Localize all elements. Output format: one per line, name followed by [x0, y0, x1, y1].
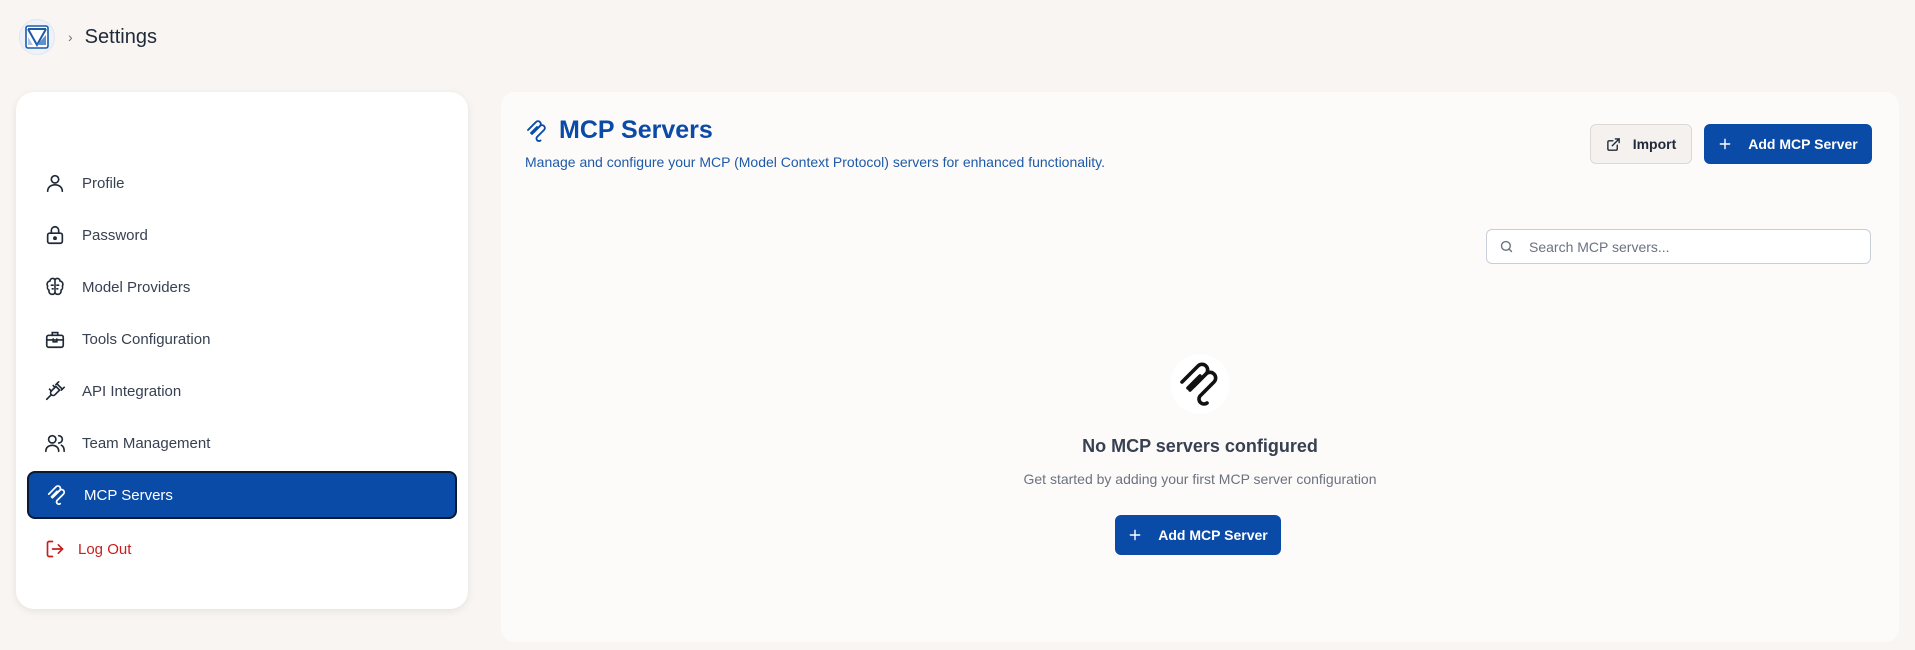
empty-state-icon [1170, 354, 1230, 414]
sidebar-item-label: API Integration [82, 382, 182, 400]
sidebar-item-label: Model Providers [82, 278, 191, 296]
mcp-servers-panel: MCP Servers Manage and configure your MC… [501, 92, 1899, 642]
add-mcp-server-label: Add MCP Server [1748, 136, 1858, 152]
app-logo[interactable] [20, 20, 54, 54]
page-header: MCP Servers [525, 116, 713, 145]
logout-icon [43, 537, 67, 561]
page-subtitle: Manage and configure your MCP (Model Con… [525, 154, 1106, 170]
breadcrumb: › Settings [20, 19, 157, 55]
import-button[interactable]: Import [1590, 124, 1692, 164]
sidebar-item-api-integration[interactable]: API Integration [27, 367, 457, 415]
sidebar-item-label: Password [82, 226, 148, 244]
mcp-icon [45, 483, 69, 507]
external-link-icon [1606, 137, 1620, 151]
import-label: Import [1632, 136, 1677, 152]
mcp-icon [525, 119, 549, 143]
empty-state-title: No MCP servers configured [1082, 436, 1318, 456]
sidebar-item-team-management[interactable]: Team Management [27, 419, 457, 467]
plus-icon [1129, 529, 1141, 541]
sidebar-item-model-providers[interactable]: Model Providers [27, 263, 457, 311]
logout-button[interactable]: Log Out [27, 525, 457, 573]
sidebar-item-label: MCP Servers [84, 486, 173, 504]
sidebar-item-label: Team Management [82, 434, 211, 452]
sidebar-item-label: Profile [82, 174, 125, 192]
brain-icon [43, 275, 67, 299]
empty-add-mcp-server-button[interactable]: Add MCP Server [1115, 515, 1281, 555]
sidebar-item-tools-configuration[interactable]: Tools Configuration [27, 315, 457, 363]
page-title: MCP Servers [559, 116, 713, 144]
page-breadcrumb-title: Settings [84, 25, 157, 48]
logout-label: Log Out [78, 540, 132, 558]
plug-icon [43, 379, 67, 403]
search-input[interactable] [1529, 238, 1870, 255]
empty-state-description: Get started by adding your first MCP ser… [1023, 471, 1377, 487]
lock-icon [43, 223, 67, 247]
add-mcp-server-label: Add MCP Server [1158, 527, 1268, 543]
chevron-right-icon: › [68, 29, 73, 45]
logo-icon [25, 25, 49, 49]
sidebar-item-password[interactable]: Password [27, 211, 457, 259]
search-icon [1499, 239, 1515, 255]
plus-icon [1719, 138, 1731, 150]
add-mcp-server-button[interactable]: Add MCP Server [1704, 124, 1872, 164]
sidebar-item-label: Tools Configuration [82, 330, 211, 348]
users-icon [43, 431, 67, 455]
mcp-icon [1180, 362, 1218, 406]
sidebar-item-mcp-servers[interactable]: MCP Servers [27, 471, 457, 519]
toolbox-icon [43, 327, 67, 351]
sidebar-item-profile[interactable]: Profile [27, 159, 457, 207]
user-icon [43, 171, 67, 195]
search-box [1486, 229, 1871, 264]
settings-sidebar: Profile Password Model Providers Tools C… [16, 92, 468, 609]
